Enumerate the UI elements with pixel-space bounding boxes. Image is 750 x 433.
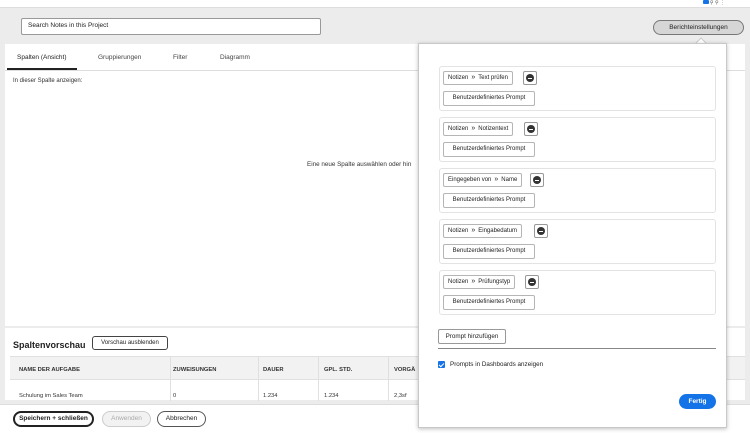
- header-duration: DAUER: [263, 367, 284, 373]
- tab-groupings[interactable]: Gruppierungen: [98, 54, 141, 61]
- remove-prompt-button[interactable]: [530, 173, 544, 187]
- field-name: Text prüfen: [478, 75, 508, 81]
- custom-prompt-button[interactable]: Benutzerdefiniertes Prompt: [443, 295, 535, 310]
- preview-title: Spaltenvorschau: [13, 340, 86, 350]
- save-and-close-button[interactable]: Speichern + schließen: [13, 411, 94, 427]
- field-parent: Notizen: [448, 126, 469, 132]
- field-name: Prüfungstyp: [478, 279, 511, 285]
- show-in-column-label: In dieser Spalte anzeigen:: [13, 78, 83, 84]
- prompt-card: Notizen» Prüfungstyp Benutzerdefiniertes …: [439, 270, 716, 315]
- header-planned-hours: GPL. STD.: [324, 367, 353, 373]
- field-parent: Notizen: [448, 279, 469, 285]
- report-settings-popover: Notizen» Text prüfen Benutzerdefiniertes …: [418, 43, 727, 428]
- field-path-pill[interactable]: Notizen» Prüfungstyp: [443, 275, 516, 289]
- tab-chart[interactable]: Diagramm: [220, 54, 250, 61]
- show-in-dashboards-checkbox[interactable]: [438, 361, 445, 368]
- minus-circle-icon: [527, 125, 535, 133]
- separator-icon: »: [471, 227, 476, 234]
- field-path-pill[interactable]: Notizen» Text prüfen: [443, 71, 513, 85]
- cell-assignments: 0: [173, 393, 177, 399]
- minus-circle-icon: [537, 227, 545, 235]
- separator-icon: »: [471, 74, 476, 81]
- cancel-button[interactable]: Abbrechen: [157, 411, 206, 427]
- header-assignments: ZUWEISUNGEN: [173, 367, 217, 373]
- separator-icon: »: [471, 278, 476, 285]
- remove-prompt-button[interactable]: [524, 122, 538, 136]
- field-path-pill[interactable]: Eingegeben von» Name: [443, 173, 523, 187]
- search-input[interactable]: Search Notes in this Project: [21, 18, 321, 35]
- prompt-card: Notizen» Text prüfen Benutzerdefiniertes …: [439, 66, 716, 111]
- show-in-dashboards-label: Prompts in Dashboards anzeigen: [450, 361, 544, 368]
- hide-preview-button[interactable]: Vorschau ausblenden: [92, 336, 168, 350]
- cell-task-name: Schulung im Sales Team: [19, 393, 83, 399]
- field-parent: Notizen: [448, 75, 469, 81]
- remove-prompt-button[interactable]: [534, 224, 548, 238]
- cell-duration: 1.234: [263, 393, 278, 399]
- divider: [438, 348, 716, 349]
- field-path-pill[interactable]: Notizen» Eingabedatum: [443, 224, 522, 238]
- top-strip: ⚲ ⚲ ⋮: [0, 0, 750, 8]
- custom-prompt-button[interactable]: Benutzerdefiniertes Prompt: [443, 193, 535, 208]
- column-divider: [170, 356, 171, 401]
- remove-prompt-button[interactable]: [523, 71, 537, 85]
- column-divider: [258, 356, 259, 401]
- header-predecessors: VORGÄ: [394, 367, 416, 373]
- header-task-name: NAME DER AUFGABE: [19, 367, 80, 373]
- field-parent: Notizen: [448, 228, 469, 234]
- remove-prompt-button[interactable]: [525, 275, 539, 289]
- minus-circle-icon: [526, 74, 534, 82]
- prompt-card: Eingegeben von» Name Benutzerdefiniertes …: [439, 168, 716, 213]
- active-tab-indicator: [7, 68, 77, 70]
- apply-button[interactable]: Anwenden: [102, 411, 151, 427]
- add-prompt-button[interactable]: Prompt hinzufügen: [438, 329, 506, 344]
- toolbar-icons: ⚲ ⚲ ⋮: [709, 0, 725, 6]
- checkbox-icon[interactable]: [703, 0, 709, 4]
- custom-prompt-button[interactable]: Benutzerdefiniertes Prompt: [443, 91, 535, 106]
- custom-prompt-button[interactable]: Benutzerdefiniertes Prompt: [443, 244, 535, 259]
- prompt-card: Notizen» Notizentext Benutzerdefiniertes …: [439, 117, 716, 162]
- tab-columns-view[interactable]: Spalten (Ansicht): [17, 54, 67, 61]
- field-name: Name: [501, 177, 518, 183]
- field-name: Eingabedatum: [478, 228, 517, 234]
- custom-prompt-button[interactable]: Benutzerdefiniertes Prompt: [443, 142, 535, 157]
- report-settings-button[interactable]: Berichteinstellungen: [653, 20, 744, 35]
- separator-icon: »: [494, 176, 499, 183]
- cell-predecessors: 2,3sf: [394, 393, 407, 399]
- minus-circle-icon: [528, 278, 536, 286]
- field-name: Notizentext: [478, 126, 509, 132]
- tab-filter[interactable]: Filter: [173, 54, 187, 61]
- separator-icon: »: [471, 125, 476, 132]
- column-divider: [388, 356, 389, 401]
- field-parent: Eingegeben von: [448, 177, 492, 183]
- field-path-pill[interactable]: Notizen» Notizentext: [443, 122, 514, 136]
- empty-column-message: Eine neue Spalte auswählen oder hin: [307, 161, 412, 168]
- minus-circle-icon: [533, 176, 541, 184]
- cell-planned-hours: 1.234: [324, 393, 339, 399]
- prompt-card: Notizen» Eingabedatum Benutzerdefiniertes…: [439, 219, 716, 264]
- column-divider: [318, 356, 319, 401]
- done-button[interactable]: Fertig: [679, 394, 716, 409]
